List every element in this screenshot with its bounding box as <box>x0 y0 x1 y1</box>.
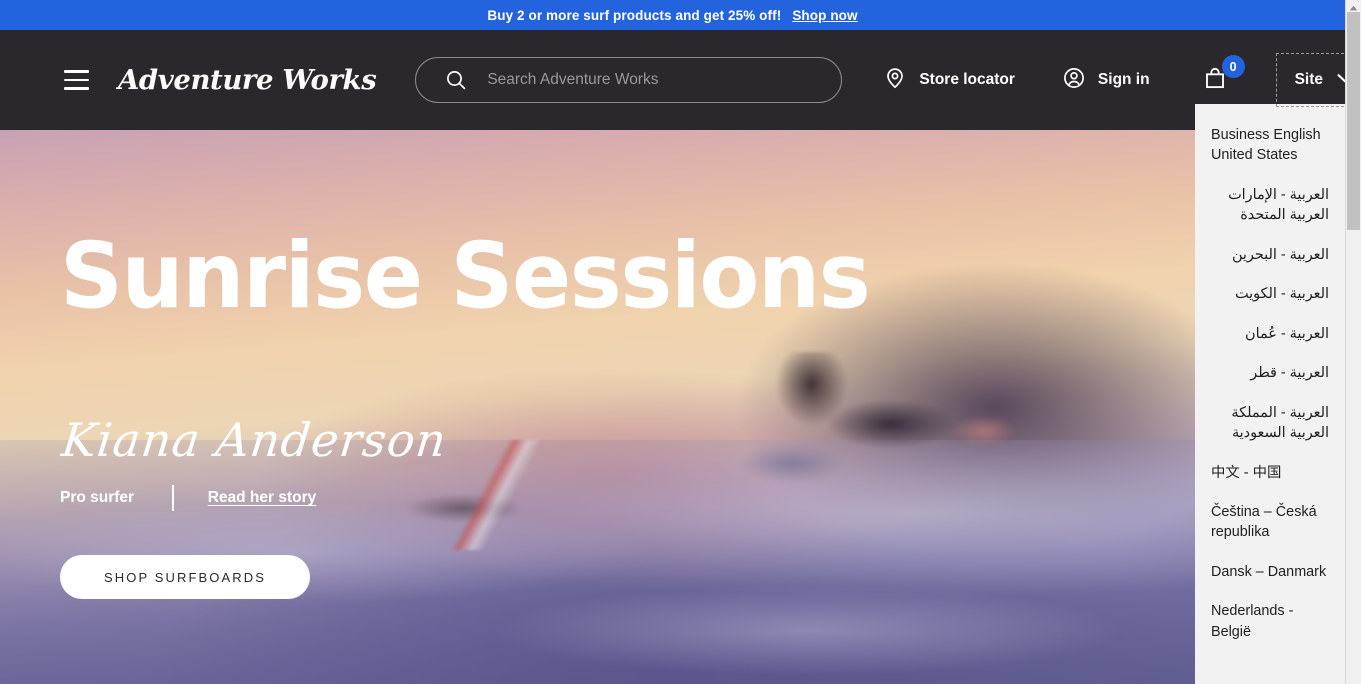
promo-shop-now-link[interactable]: Shop now <box>792 8 857 23</box>
chevron-down-icon <box>1337 71 1345 89</box>
site-selector-label: Site <box>1294 71 1324 88</box>
sign-in-label: Sign in <box>1097 71 1150 88</box>
store-locator-button[interactable]: Store locator <box>883 66 1015 95</box>
site-selector-button[interactable]: Site <box>1275 53 1345 107</box>
brand-logo[interactable]: Adventure Works <box>118 64 377 96</box>
site-option[interactable]: Čeština – Česká republika <box>1195 493 1345 553</box>
hero-role-label: Pro surfer <box>60 489 135 506</box>
sign-in-button[interactable]: Sign in <box>1062 66 1150 95</box>
site-option[interactable]: العربية - عُمان <box>1195 315 1345 354</box>
hamburger-bar <box>63 87 89 90</box>
site-option[interactable]: العربية - البحرين <box>1195 236 1345 275</box>
search-box[interactable] <box>415 57 843 103</box>
hamburger-bar <box>63 78 89 82</box>
hamburger-bar <box>63 70 89 73</box>
hero-title: Sunrise Sessions <box>60 224 871 329</box>
hamburger-menu-icon[interactable] <box>59 63 93 97</box>
site-header: Adventure Works Store locato <box>0 30 1345 130</box>
store-locator-label: Store locator <box>919 71 1015 88</box>
site-option[interactable]: Dansk – Danmark <box>1195 553 1345 592</box>
hero-person-name: Kiana Anderson <box>59 413 450 467</box>
site-option[interactable]: Business English United States <box>1195 116 1345 176</box>
site-option[interactable]: العربية - الإمارات العربية المتحدة <box>1195 176 1345 236</box>
read-her-story-link[interactable]: Read her story <box>208 489 317 507</box>
hero-content: Sunrise Sessions Kiana Anderson Pro surf… <box>59 130 1060 684</box>
scrollbar-thumb[interactable] <box>1347 12 1360 230</box>
user-account-icon <box>1062 66 1086 95</box>
hero-meta-divider <box>172 485 174 511</box>
site-option[interactable]: العربية - المملكة العربية السعودية <box>1195 394 1345 454</box>
browser-scrollbar[interactable] <box>1345 0 1361 684</box>
site-option[interactable]: Nederlands - België <box>1195 592 1345 652</box>
hero-meta: Pro surfer Read her story <box>60 485 316 511</box>
site-selector-dropdown[interactable]: Business English United States العربية - … <box>1195 104 1345 684</box>
search-input[interactable] <box>487 71 826 89</box>
location-pin-icon <box>883 66 907 95</box>
cart-count-badge: 0 <box>1221 55 1245 78</box>
search-icon <box>443 67 469 93</box>
shop-surfboards-button[interactable]: SHOP SURFBOARDS <box>60 555 310 599</box>
promo-banner: Buy 2 or more surf products and get 25% … <box>0 0 1345 30</box>
site-option[interactable]: العربية - الكويت <box>1195 275 1345 314</box>
promo-banner-text: Buy 2 or more surf products and get 25% … <box>487 7 782 23</box>
page-root: Buy 2 or more surf products and get 25% … <box>0 0 1361 684</box>
site-option[interactable]: 中文 - 中国 <box>1195 454 1345 493</box>
site-option[interactable]: العربية - قطر <box>1195 354 1345 393</box>
hero-banner: Sunrise Sessions Kiana Anderson Pro surf… <box>0 130 1345 684</box>
cart-button[interactable]: 0 <box>1198 55 1245 97</box>
browser-viewport: Buy 2 or more surf products and get 25% … <box>0 0 1345 684</box>
